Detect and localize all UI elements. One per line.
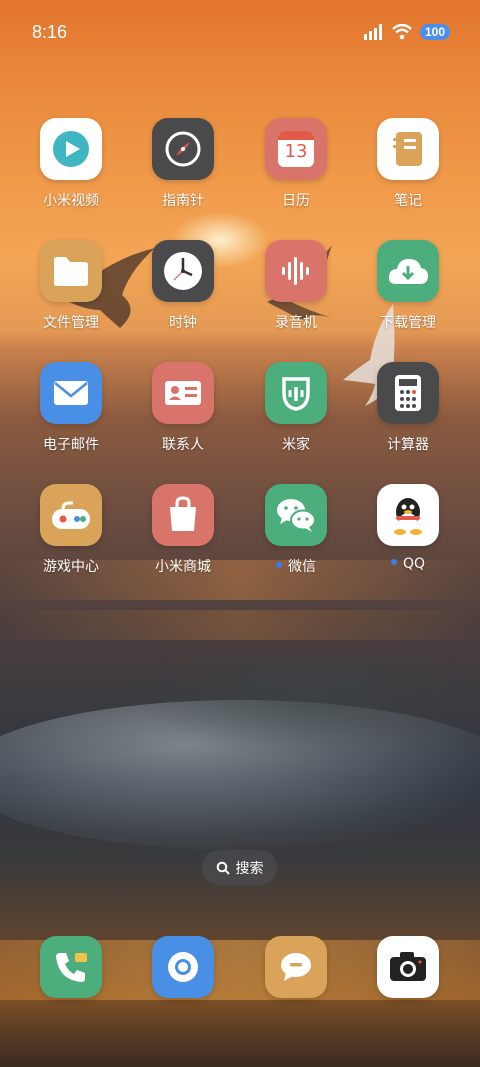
app-label: 电子邮件 [43, 437, 99, 453]
app-label: 指南针 [162, 193, 204, 209]
folder-icon [40, 240, 102, 302]
app-file-manager[interactable]: 文件管理 [21, 240, 121, 332]
clock-icon [152, 240, 214, 302]
sea-glint [0, 610, 480, 640]
app-compass[interactable]: 指南针 [133, 118, 233, 210]
notification-dot [390, 559, 397, 565]
status-time: 8:16 [32, 22, 68, 42]
search-label: 搜索 [235, 860, 264, 877]
recorder-icon [265, 240, 327, 302]
mail-icon [40, 362, 102, 424]
app-qq[interactable]: QQ [358, 484, 458, 572]
app-label-text: 微信 [288, 559, 316, 575]
wifi-icon [392, 24, 412, 40]
notification-dot [276, 562, 282, 568]
dock-phone[interactable] [21, 936, 121, 998]
contacts-card-icon [152, 362, 214, 424]
app-label: 录音机 [275, 315, 317, 331]
app-email[interactable]: 电子邮件 [21, 362, 121, 454]
calendar-day: 13 [284, 141, 308, 162]
app-label: 微信 [246, 556, 346, 576]
app-mijia[interactable]: 米家 [246, 362, 346, 454]
app-label: 游戏中心 [43, 559, 99, 575]
app-clock[interactable]: 时钟 [133, 240, 233, 332]
app-label: 笔记 [394, 193, 422, 209]
home-screen: 8:16 100 小米视频 指南针 13 日历 笔记 文件管理 时钟 录音机 下… [0, 0, 480, 1067]
phone-icon [40, 936, 102, 998]
app-calculator[interactable]: 计算器 [358, 362, 458, 454]
shopping-bag-icon [152, 484, 214, 546]
camera-icon [377, 936, 439, 998]
search-icon [216, 861, 230, 875]
video-play-icon [40, 118, 102, 180]
messages-icon [265, 936, 327, 998]
app-label: 小米商城 [155, 559, 211, 575]
app-wechat[interactable]: 微信 [246, 484, 346, 576]
download-cloud-icon [377, 240, 439, 302]
battery-indicator: 100 [419, 24, 450, 40]
app-game-center[interactable]: 游戏中心 [21, 484, 121, 576]
calculator-icon [377, 362, 439, 424]
app-label: 米家 [282, 437, 310, 453]
dock-messages[interactable] [246, 936, 346, 998]
qq-penguin-icon [377, 484, 439, 546]
dock-browser[interactable] [133, 936, 233, 998]
signal-icon [363, 24, 382, 40]
app-label-text: QQ [402, 556, 426, 572]
gamepad-icon [40, 484, 102, 546]
calendar-icon: 13 [265, 118, 327, 180]
browser-icon [152, 936, 214, 998]
search-button[interactable]: 搜索 [202, 850, 277, 885]
status-icons: 100 [363, 24, 450, 40]
app-label: 日历 [282, 193, 310, 209]
app-label: QQ [358, 556, 458, 572]
app-contacts[interactable]: 联系人 [133, 362, 233, 454]
dock-camera[interactable] [358, 936, 458, 998]
wechat-icon [265, 484, 327, 546]
app-notes[interactable]: 笔记 [358, 118, 458, 210]
notes-icon [377, 118, 439, 180]
app-label: 计算器 [387, 437, 429, 453]
app-label: 下载管理 [380, 315, 436, 331]
status-bar: 8:16 100 [0, 0, 480, 66]
app-xiaomi-video[interactable]: 小米视频 [21, 118, 121, 210]
app-downloads[interactable]: 下载管理 [358, 240, 458, 332]
mijia-icon [265, 362, 327, 424]
wave-crest [0, 700, 480, 850]
app-label: 联系人 [162, 437, 204, 453]
app-mi-store[interactable]: 小米商城 [133, 484, 233, 576]
wave-crest [120, 640, 480, 750]
app-recorder[interactable]: 录音机 [246, 240, 346, 332]
app-label: 文件管理 [43, 315, 99, 331]
app-label: 小米视频 [43, 193, 99, 209]
app-calendar[interactable]: 13 日历 [246, 118, 346, 210]
compass-icon [152, 118, 214, 180]
app-label: 时钟 [169, 315, 197, 331]
